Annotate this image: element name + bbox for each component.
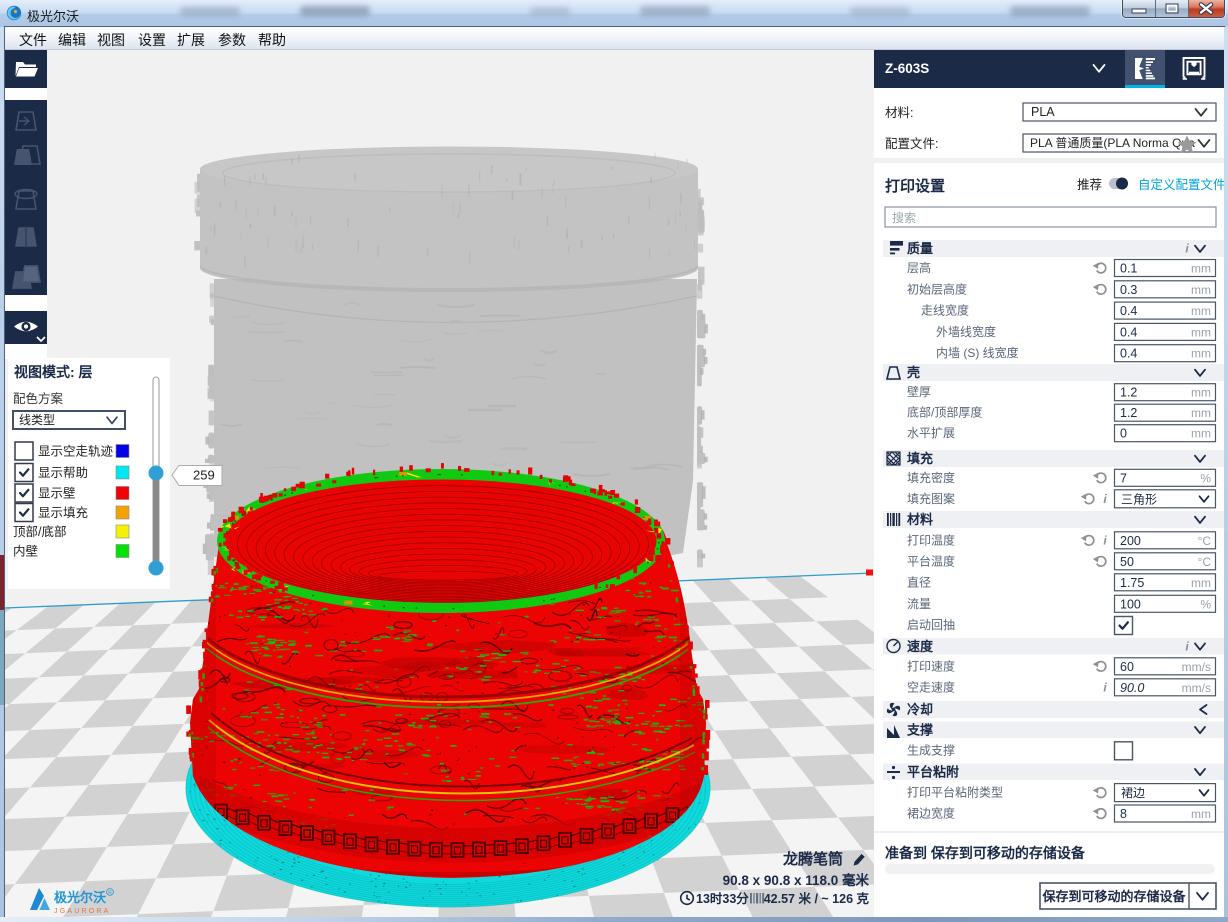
svg-text:初始层高度: 初始层高度: [907, 281, 967, 296]
svg-text:°C: °C: [1198, 534, 1212, 548]
svg-text:显示帮助: 显示帮助: [38, 466, 88, 480]
svg-text:显示填充: 显示填充: [38, 505, 88, 520]
svg-text:42.57 米 / ~ 126 克: 42.57 米 / ~ 126 克: [764, 891, 870, 906]
svg-text:壁厚: 壁厚: [907, 384, 931, 399]
svg-text:三角形: 三角形: [1121, 492, 1157, 506]
svg-text:质量: 质量: [907, 241, 933, 256]
svg-text:速度: 速度: [907, 639, 934, 654]
svg-text:视图模式: 层: 视图模式: 层: [14, 364, 93, 380]
svg-text:i: i: [1103, 680, 1107, 694]
svg-text:层高: 层高: [907, 260, 931, 275]
svg-text:mm: mm: [1191, 807, 1211, 821]
svg-text:推荐: 推荐: [1077, 178, 1102, 192]
svg-text:100: 100: [1120, 597, 1141, 611]
svg-text:mm: mm: [1191, 576, 1211, 590]
svg-text:mm: mm: [1191, 304, 1211, 318]
svg-text:裙边: 裙边: [1121, 786, 1145, 800]
svg-text:外墙线宽度: 外墙线宽度: [936, 324, 996, 339]
svg-text:搜索: 搜索: [892, 210, 916, 225]
svg-text:填充图案: 填充图案: [907, 491, 955, 506]
svg-text:内墙 (S) 线宽度: 内墙 (S) 线宽度: [936, 345, 1019, 360]
svg-text:材料: 材料: [907, 512, 933, 527]
svg-text:准备到 保存到可移动的存储设备: 准备到 保存到可移动的存储设备: [885, 845, 1086, 861]
svg-text:i: i: [1103, 492, 1107, 506]
svg-text:壳: 壳: [906, 365, 920, 380]
svg-text:R: R: [108, 890, 112, 896]
svg-text:13时33分: 13时33分: [696, 891, 749, 906]
svg-text:水平扩展: 水平扩展: [907, 426, 955, 440]
svg-text:%: %: [1200, 471, 1211, 485]
svg-text:打印设置: 打印设置: [885, 177, 945, 195]
svg-text:0.4: 0.4: [1120, 325, 1137, 339]
svg-text:0.4: 0.4: [1120, 304, 1137, 318]
svg-text:PLA: PLA: [1031, 105, 1055, 119]
svg-text:90.8 x 90.8 x 118.0 毫米: 90.8 x 90.8 x 118.0 毫米: [723, 872, 870, 888]
svg-text:支撑: 支撑: [906, 722, 933, 737]
svg-text:填充: 填充: [907, 451, 933, 466]
svg-text:mm: mm: [1191, 386, 1211, 400]
svg-text:打印温度: 打印温度: [907, 532, 955, 547]
svg-text:启动回抽: 启动回抽: [907, 618, 955, 632]
svg-text:PLA 普通质量(PLA Norma Qua: PLA 普通质量(PLA Norma Qua: [1030, 136, 1195, 150]
svg-text:打印平台粘附类型: 打印平台粘附类型: [907, 785, 1003, 800]
svg-text:mm: mm: [1191, 406, 1211, 420]
svg-text:显示空走轨迹: 显示空走轨迹: [38, 445, 114, 459]
svg-text:i: i: [1103, 533, 1107, 547]
svg-text:配色方案: 配色方案: [13, 391, 64, 406]
svg-text:0: 0: [1120, 427, 1127, 441]
svg-text:mm: mm: [1191, 262, 1211, 276]
svg-text:空走速度: 空走速度: [907, 679, 955, 694]
svg-text:mm: mm: [1191, 347, 1211, 361]
svg-text:0.4: 0.4: [1120, 347, 1137, 361]
svg-text:材料:: 材料:: [885, 106, 913, 120]
svg-text:顶部/底部: 顶部/底部: [13, 524, 66, 539]
svg-text:底部/顶部厚度: 底部/顶部厚度: [907, 405, 982, 420]
svg-text:直径: 直径: [907, 575, 931, 589]
svg-text:龙腾笔筒: 龙腾笔筒: [782, 850, 843, 868]
svg-text:mm: mm: [1191, 283, 1211, 297]
svg-text:Z-603S: Z-603S: [885, 61, 929, 76]
svg-text:200: 200: [1120, 534, 1141, 548]
svg-text:90.0: 90.0: [1120, 681, 1144, 695]
svg-text:填充密度: 填充密度: [907, 470, 955, 485]
svg-text:极光尔沃: 极光尔沃: [54, 890, 106, 905]
svg-text:JGAURORA: JGAURORA: [54, 908, 111, 915]
svg-text:mm: mm: [1191, 427, 1211, 441]
svg-text:mm/s: mm/s: [1182, 681, 1211, 695]
svg-text:8: 8: [1120, 807, 1127, 821]
svg-text:线类型: 线类型: [19, 413, 55, 427]
svg-text:裙边宽度: 裙边宽度: [907, 806, 955, 821]
svg-text:50: 50: [1120, 555, 1134, 569]
svg-text:1.75: 1.75: [1120, 576, 1144, 590]
svg-text:mm: mm: [1191, 325, 1211, 339]
svg-text:打印速度: 打印速度: [907, 658, 955, 673]
svg-text:显示壁: 显示壁: [38, 486, 76, 501]
svg-text:0.3: 0.3: [1120, 283, 1137, 297]
svg-text:配置文件:: 配置文件:: [885, 136, 938, 151]
svg-text:冷却: 冷却: [907, 702, 933, 717]
svg-text:自定义配置文件: 自定义配置文件: [1138, 177, 1224, 192]
svg-text:平台粘附: 平台粘附: [907, 764, 959, 779]
svg-text:生成支撑: 生成支撑: [907, 742, 955, 757]
svg-text:°C: °C: [1198, 555, 1212, 569]
svg-text:7: 7: [1120, 471, 1127, 485]
svg-text:1.2: 1.2: [1120, 386, 1137, 400]
svg-text:%: %: [1200, 597, 1211, 611]
svg-text:60: 60: [1120, 660, 1134, 674]
svg-text:mm/s: mm/s: [1182, 660, 1211, 674]
svg-text:259: 259: [193, 468, 215, 483]
svg-text:保存到可移动的存储设备: 保存到可移动的存储设备: [1041, 889, 1186, 904]
svg-text:1.2: 1.2: [1120, 406, 1137, 420]
svg-text:内壁: 内壁: [13, 544, 38, 559]
svg-text:走线宽度: 走线宽度: [921, 303, 969, 318]
svg-text:平台温度: 平台温度: [907, 553, 955, 568]
svg-text:流量: 流量: [907, 597, 931, 611]
svg-text:0.1: 0.1: [1120, 262, 1137, 276]
